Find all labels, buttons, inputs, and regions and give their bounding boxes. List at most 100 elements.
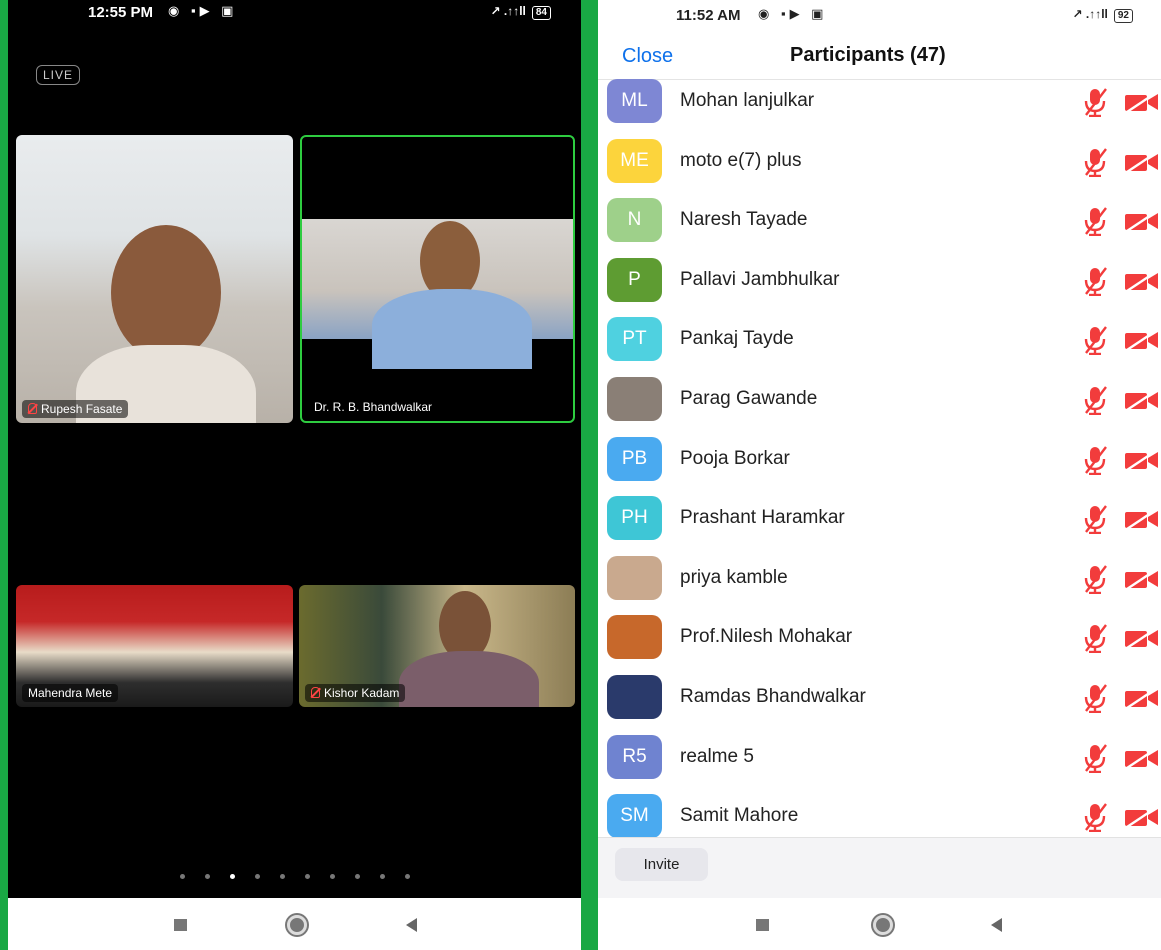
muted-mic-icon[interactable]	[1082, 743, 1108, 773]
muted-mic-icon[interactable]	[1082, 564, 1108, 594]
page-dot[interactable]	[329, 874, 335, 879]
page-dot[interactable]	[404, 874, 410, 879]
participant-name: Parag Gawande	[680, 388, 818, 409]
muted-mic-icon[interactable]	[1082, 623, 1108, 654]
participant-name: moto e(7) plus	[680, 149, 802, 171]
participant-row[interactable]: PB Pooja Borkar	[598, 436, 1161, 497]
participant-row[interactable]: Ramdas Bhandwalkar	[598, 675, 1161, 735]
participant-row[interactable]: PH Prashant Haramkar	[598, 496, 1161, 556]
avatar: ML	[607, 79, 662, 123]
participant-row[interactable]: PT Pankaj Tayde	[598, 317, 1161, 377]
avatar	[607, 377, 662, 421]
participant-row[interactable]: priya kamble	[598, 555, 1161, 616]
participant-name: Pallavi Jambhulkar	[680, 268, 840, 290]
battery-icon: 92	[1113, 9, 1133, 23]
muted-mic-icon	[28, 403, 37, 414]
close-button[interactable]: Close	[622, 45, 673, 68]
live-badge[interactable]: LIVE	[36, 65, 81, 85]
notification-icons: ◉ ▪▶ ▣	[168, 3, 238, 18]
participant-row[interactable]: ML Mohan lanjulkar	[598, 79, 1161, 139]
page-dot[interactable]	[204, 874, 210, 879]
video-off-icon[interactable]	[1124, 91, 1160, 113]
video-off-icon[interactable]	[1124, 567, 1160, 590]
video-off-icon[interactable]	[1124, 508, 1160, 531]
tile-name-label: Mahendra Mete	[22, 684, 119, 702]
video-off-icon[interactable]	[1124, 746, 1160, 769]
page-dot[interactable]	[354, 874, 360, 879]
video-off-icon[interactable]	[1124, 329, 1160, 352]
participant-row[interactable]: ME moto e(7) plus	[598, 138, 1161, 199]
muted-mic-icon[interactable]	[1082, 206, 1108, 237]
page-title: Participants (47)	[790, 44, 946, 66]
avatar: SM	[607, 794, 662, 839]
avatar: PT	[607, 317, 662, 362]
tile-name-text: Kishor Kadam	[324, 686, 400, 700]
back-button[interactable]	[991, 918, 1002, 932]
participant-row[interactable]: R5 realme 5	[598, 734, 1161, 795]
muted-mic-icon[interactable]	[1082, 445, 1108, 475]
avatar	[607, 615, 662, 660]
status-time: 12:55 PM	[88, 4, 154, 21]
participant-video	[111, 225, 221, 360]
participant-name: priya kamble	[680, 566, 788, 588]
avatar	[607, 675, 662, 719]
home-button[interactable]	[287, 915, 307, 935]
participant-row[interactable]: Parag Gawande	[598, 377, 1161, 437]
avatar: P	[607, 257, 662, 302]
participant-row[interactable]: P Pallavi Jambhulkar	[598, 257, 1161, 318]
status-time: 11:52 AM	[676, 7, 741, 24]
muted-mic-icon[interactable]	[1082, 683, 1108, 713]
video-off-icon[interactable]	[1124, 627, 1160, 650]
video-tile-mahendra[interactable]: Mahendra Mete	[16, 585, 293, 707]
video-tile-kishor[interactable]: Kishor Kadam	[299, 585, 575, 707]
page-dot[interactable]	[379, 874, 385, 879]
avatar	[607, 555, 662, 600]
recent-apps-button[interactable]	[174, 919, 187, 931]
signal-icon: ↗ .↑↑ll	[490, 4, 526, 18]
video-off-icon[interactable]	[1124, 806, 1160, 829]
tile-name-text: Mahendra Mete	[28, 686, 113, 700]
video-tile-rupesh[interactable]: Rupesh Fasate	[16, 135, 293, 423]
status-right: ↗ .↑↑ll 92	[1072, 7, 1133, 23]
meeting-gallery-view: 12:55 PM ◉ ▪▶ ▣ ↗ .↑↑ll 84 LIVE Rupesh Fa…	[8, 0, 581, 898]
tile-name-label: Dr. R. B. Bhandwalkar	[308, 398, 438, 416]
recent-apps-button[interactable]	[756, 919, 769, 931]
tile-name-text: Rupesh Fasate	[41, 402, 123, 416]
participant-name: Mohan lanjulkar	[680, 90, 815, 111]
muted-mic-icon[interactable]	[1082, 385, 1108, 415]
participant-shirt	[372, 289, 532, 369]
signal-icon: ↗ .↑↑ll	[1072, 7, 1108, 21]
page-dot[interactable]	[304, 874, 310, 879]
video-off-icon[interactable]	[1124, 687, 1160, 709]
muted-mic-icon[interactable]	[1082, 266, 1108, 296]
invite-button[interactable]: Invite	[615, 848, 708, 881]
video-off-icon[interactable]	[1124, 269, 1160, 292]
page-dot[interactable]	[279, 874, 285, 879]
page-dot[interactable]	[254, 874, 260, 879]
video-off-icon[interactable]	[1124, 150, 1160, 173]
home-button[interactable]	[873, 915, 893, 935]
participant-name: Prof.Nilesh Mohakar	[680, 626, 853, 648]
video-tile-bhandwalkar[interactable]: Dr. R. B. Bhandwalkar	[300, 135, 575, 423]
participant-row[interactable]: Prof.Nilesh Mohakar	[598, 615, 1161, 675]
participant-name: Ramdas Bhandwalkar	[680, 686, 866, 707]
page-dot-active[interactable]	[229, 874, 235, 879]
page-dot[interactable]	[179, 874, 185, 879]
back-button[interactable]	[406, 918, 417, 932]
video-off-icon[interactable]	[1124, 210, 1160, 233]
tile-name-label: Rupesh Fasate	[22, 400, 129, 418]
muted-mic-icon[interactable]	[1082, 325, 1108, 356]
status-right: ↗ .↑↑ll 84	[490, 4, 551, 20]
muted-mic-icon[interactable]	[1082, 147, 1108, 177]
avatar: ME	[607, 138, 662, 183]
video-off-icon[interactable]	[1124, 389, 1160, 411]
muted-mic-icon[interactable]	[1082, 87, 1108, 117]
avatar: PB	[607, 436, 662, 481]
page-indicator	[8, 866, 581, 884]
participant-row[interactable]: N Naresh Tayade	[598, 198, 1161, 258]
tile-name-label: Kishor Kadam	[305, 684, 406, 702]
right-nav-bar	[598, 898, 1161, 950]
muted-mic-icon[interactable]	[1082, 802, 1108, 833]
video-off-icon[interactable]	[1124, 448, 1160, 471]
muted-mic-icon[interactable]	[1082, 504, 1108, 535]
